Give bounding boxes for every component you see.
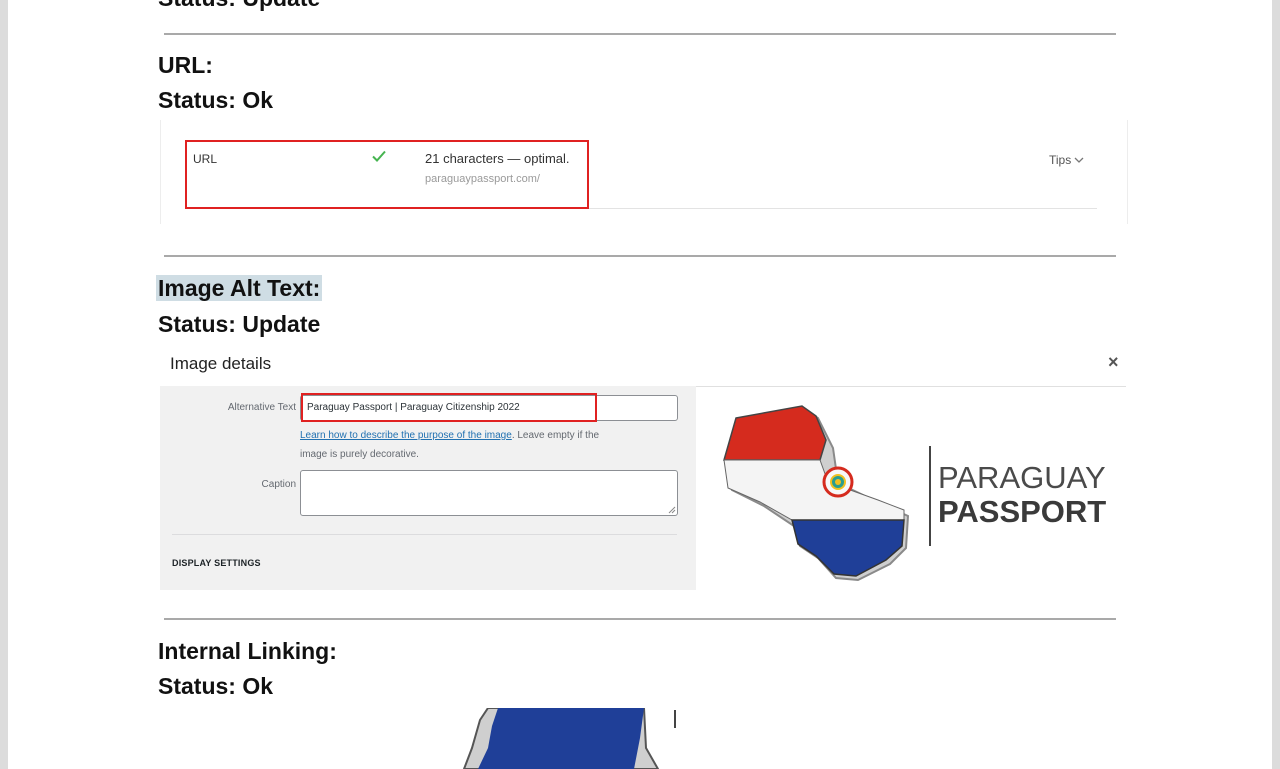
url-highlight-box <box>185 140 589 209</box>
image-details-panel: Image details × Alternative Text Paragua… <box>160 346 1126 590</box>
alt-text-heading: Image Alt Text: <box>156 275 323 301</box>
resize-handle-icon[interactable] <box>668 506 676 514</box>
tips-label: Tips <box>1049 153 1072 167</box>
logo-text-passport: PASSPORT <box>938 494 1107 529</box>
caption-label: Caption <box>261 479 296 490</box>
tips-toggle[interactable]: Tips <box>1049 153 1084 167</box>
alt-help-text: Learn how to describe the purpose of the… <box>300 430 600 441</box>
divider <box>164 255 1116 257</box>
alt-text-highlight-box <box>301 393 597 422</box>
logo-divider <box>929 446 931 546</box>
url-heading: URL: <box>158 52 213 78</box>
display-settings-heading[interactable]: DISPLAY SETTINGS <box>172 558 261 568</box>
internal-linking-status: Status: Ok <box>158 673 274 699</box>
image-details-titlebar: Image details × <box>160 346 1126 387</box>
alt-help-link[interactable]: Learn how to describe the purpose of the… <box>300 430 512 441</box>
logo-divider-partial <box>674 710 676 728</box>
alt-help-text-line2: image is purely decorative. <box>300 449 419 460</box>
alt-text-label: Alternative Text <box>227 402 296 413</box>
alt-text-status: Status: Update <box>158 311 321 337</box>
internal-linking-heading: Internal Linking: <box>158 638 337 664</box>
divider <box>164 33 1116 35</box>
divider <box>164 618 1116 620</box>
logo-text-paraguay: PARAGUAY <box>938 460 1106 495</box>
document-page: Status: Update URL: Status: Ok URL 21 ch… <box>8 0 1272 769</box>
chevron-down-icon <box>1074 153 1084 167</box>
paraguay-map-logo-icon <box>708 398 928 588</box>
url-status: Status: Ok <box>158 87 274 113</box>
paraguay-map-partial-icon <box>458 707 698 769</box>
close-icon[interactable]: × <box>1108 352 1119 373</box>
previous-status-text: Status: Update <box>158 0 320 12</box>
form-divider <box>172 534 677 535</box>
image-details-title: Image details <box>170 354 272 373</box>
caption-textarea[interactable] <box>300 470 678 516</box>
